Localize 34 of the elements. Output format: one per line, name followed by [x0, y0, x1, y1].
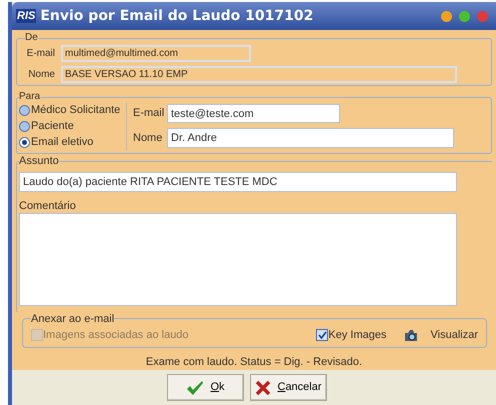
app-logo: RIS [16, 9, 36, 23]
ok-button[interactable]: Ok [167, 374, 244, 401]
checkbox-option[interactable]: Key Images [316, 326, 386, 344]
radio-option[interactable]: Médico Solicitante [19, 102, 122, 118]
status-text: Exame com laudo. Status = Dig. - Revisado. [146, 354, 362, 370]
camera-icon [402, 327, 418, 344]
checkbox[interactable] [316, 329, 328, 342]
email-field[interactable]: multimed@multimed.com [61, 44, 251, 62]
radio-button[interactable] [19, 120, 30, 132]
field-label: E-mail [26, 46, 55, 60]
minimize-button[interactable] [441, 10, 452, 22]
maximize-button[interactable] [459, 10, 470, 22]
group-label: Assunto [19, 156, 59, 166]
cancel-button[interactable]: Cancelar [250, 374, 327, 401]
comment-field[interactable] [19, 213, 457, 306]
check-icon [186, 380, 204, 396]
email-field[interactable]: teste@teste.com [167, 104, 340, 123]
window-title: Envio por Email do Laudo 1017102 [40, 6, 314, 26]
radio-option[interactable]: Email eletivo [19, 134, 122, 150]
comment-label: Comentário [19, 200, 77, 213]
view-button[interactable]: Visualizar [402, 326, 478, 344]
group-label: Anexar ao e-mail [31, 314, 114, 324]
name-field[interactable]: Dr. Andre [167, 128, 454, 148]
name-field[interactable]: BASE VERSAO 11.10 EMP [61, 66, 457, 82]
field-label: Nome [27, 68, 55, 82]
field-label: Nome [133, 130, 163, 146]
radio-option[interactable]: Paciente [19, 118, 122, 134]
x-icon [255, 380, 272, 396]
group-label: Para [19, 92, 40, 102]
field-label: E-mail [133, 106, 163, 122]
radio-button[interactable] [19, 136, 30, 148]
group-label: De [25, 33, 38, 43]
subject-field[interactable]: Laudo do(a) paciente RITA PACIENTE TESTE MDC [19, 172, 457, 192]
radio-button[interactable] [19, 104, 30, 116]
